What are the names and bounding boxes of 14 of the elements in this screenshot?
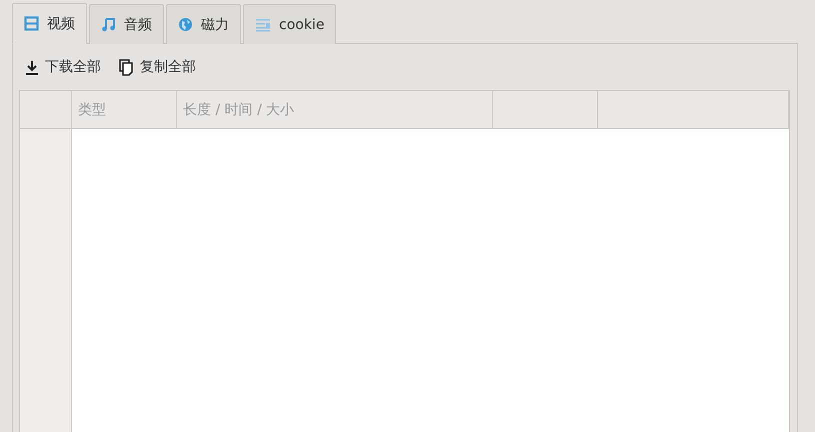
tab[interactable]: 磁力 — [166, 4, 241, 44]
column-header: 长度 / 时间 / 大小 — [177, 91, 493, 129]
tab[interactable]: 音频 — [89, 4, 164, 44]
music-note-icon — [101, 17, 116, 32]
globe-icon — [178, 17, 193, 32]
download-all-button[interactable]: 下载全部 — [23, 56, 103, 78]
download-icon — [25, 60, 39, 74]
column-header: 类型 — [72, 91, 177, 129]
tab[interactable]: 视频 — [12, 3, 87, 44]
save-icon — [24, 16, 39, 31]
copy-icon — [119, 58, 134, 76]
copy-all-button[interactable]: 复制全部 — [117, 56, 198, 78]
tab[interactable]: cookie — [243, 4, 336, 44]
list-icon — [255, 18, 271, 32]
